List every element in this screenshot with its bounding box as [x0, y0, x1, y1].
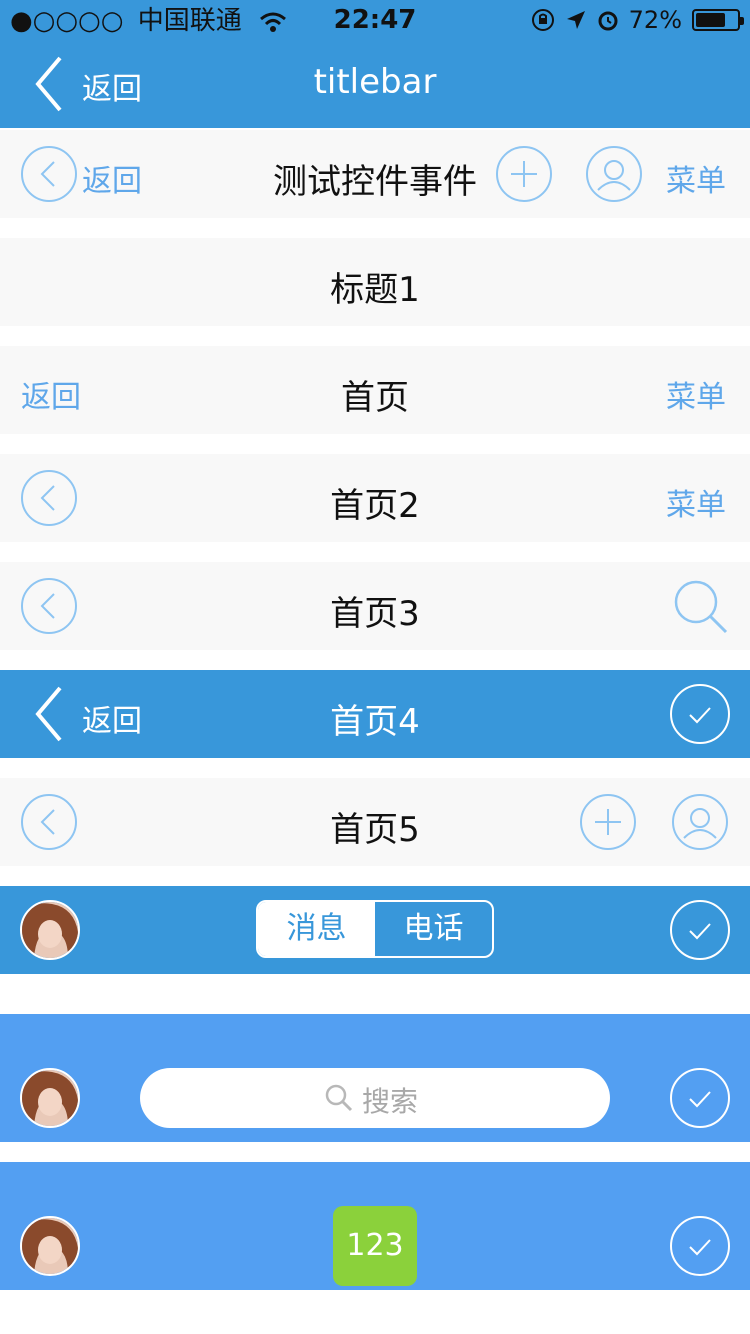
- titlebar: 返回 titlebar: [0, 40, 750, 128]
- segment-phone[interactable]: 电话: [375, 902, 492, 956]
- battery-percent: 72%: [628, 6, 682, 34]
- bar-home4: 返回 首页4: [0, 670, 750, 758]
- bar-test-events: 返回 测试控件事件 菜单: [0, 130, 750, 218]
- bar-badge: 123: [0, 1162, 750, 1290]
- location-arrow-icon: [566, 11, 585, 29]
- bar5-title: 首页3: [330, 594, 420, 634]
- status-right: 72%: [531, 6, 744, 34]
- check-icon[interactable]: [670, 1068, 730, 1128]
- battery-icon: [692, 9, 744, 31]
- avatar[interactable]: [20, 1068, 80, 1128]
- segmented-control: 消息 电话: [256, 900, 494, 958]
- check-icon[interactable]: [670, 900, 730, 960]
- bar1-menu[interactable]: 菜单: [666, 156, 726, 200]
- titlebar-title: titlebar: [313, 62, 437, 102]
- status-bar: ●○○○○ 中国联通 22:47 72%: [0, 0, 750, 40]
- user-icon[interactable]: [672, 794, 728, 850]
- search-input[interactable]: 搜索: [140, 1068, 610, 1128]
- bar2-title: 标题1: [330, 270, 420, 310]
- bar-home: 返回 首页 菜单: [0, 346, 750, 434]
- avatar[interactable]: [20, 900, 80, 960]
- check-icon[interactable]: [670, 1216, 730, 1276]
- user-icon[interactable]: [586, 146, 642, 202]
- bar3-title: 首页: [341, 378, 409, 418]
- count-badge[interactable]: 123: [333, 1206, 417, 1286]
- alarm-icon: [598, 11, 618, 31]
- bar-segmented: 消息 电话: [0, 886, 750, 974]
- bar-home2: 首页2 菜单: [0, 454, 750, 542]
- bar6-title: 首页4: [330, 702, 420, 742]
- segment-messages[interactable]: 消息: [258, 902, 375, 956]
- bar3-menu[interactable]: 菜单: [666, 372, 726, 416]
- plus-icon[interactable]: [496, 146, 552, 202]
- bar-search: 搜索: [0, 1014, 750, 1142]
- bar-title1: 标题1: [0, 238, 750, 326]
- search-icon[interactable]: [670, 576, 730, 636]
- rotation-lock-icon: [531, 9, 554, 31]
- bar7-title: 首页5: [330, 810, 420, 850]
- bar-home3: 首页3: [0, 562, 750, 650]
- check-icon[interactable]: [670, 684, 730, 744]
- plus-icon[interactable]: [580, 794, 636, 850]
- avatar[interactable]: [20, 1216, 80, 1276]
- search-placeholder: 搜索: [361, 1085, 418, 1118]
- bar-home5: 首页5: [0, 778, 750, 866]
- bar4-title: 首页2: [330, 486, 420, 526]
- bar4-menu[interactable]: 菜单: [666, 480, 726, 524]
